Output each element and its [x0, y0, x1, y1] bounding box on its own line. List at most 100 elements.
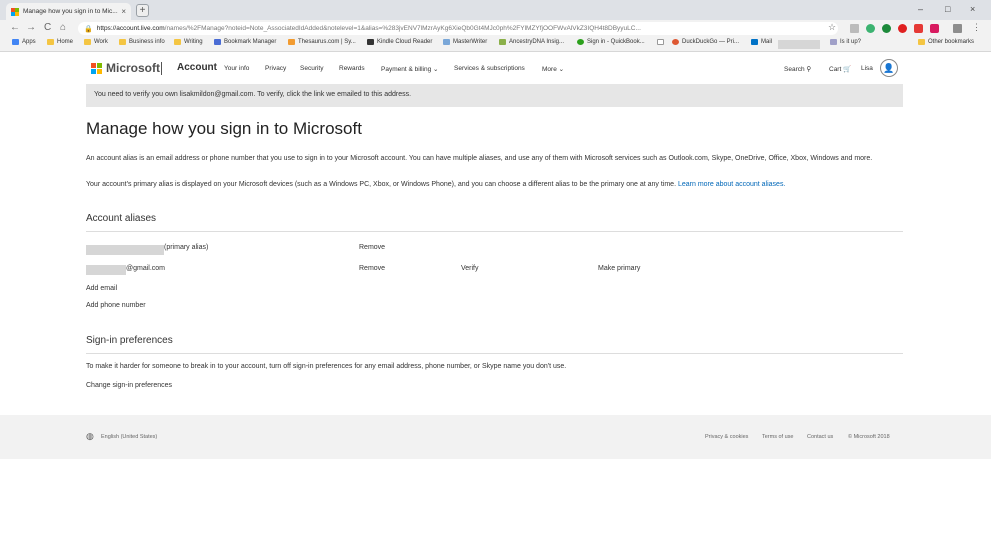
redacted-bookmark	[778, 40, 820, 49]
change-signin-preferences-link[interactable]: Change sign-in preferences	[86, 382, 172, 389]
url-path: /names/%2FManage?noteid=Note_AssociatedI…	[164, 25, 641, 32]
bookmark-masterwriter[interactable]: MasterWriter	[443, 39, 487, 45]
page-title: Manage how you sign in to Microsoft	[86, 119, 362, 138]
lock-icon: 🔒	[84, 25, 93, 33]
cart-icon: 🛒	[843, 66, 852, 73]
gmail-alias-label: @gmail.com	[126, 265, 166, 272]
extension-icon[interactable]	[882, 24, 891, 33]
make-primary-link[interactable]: Make primary	[598, 265, 640, 272]
add-phone-link[interactable]: Add phone number	[86, 302, 146, 309]
home-icon[interactable]: ⌂	[60, 22, 66, 33]
redacted-alias	[86, 245, 164, 255]
kindle-icon	[367, 39, 374, 45]
menu-icon[interactable]: ⋮	[972, 22, 981, 33]
extension-icon[interactable]	[866, 24, 875, 33]
redacted-alias	[86, 265, 126, 275]
reload-icon[interactable]: C	[44, 22, 51, 33]
nav-your-info[interactable]: Your info	[224, 65, 249, 72]
folder-icon	[84, 39, 91, 45]
bookmark-star-icon[interactable]: ☆	[828, 22, 836, 33]
url-host: https://account.live.com	[96, 25, 165, 32]
star-icon	[214, 39, 221, 45]
bookmark-work[interactable]: Work	[84, 39, 108, 45]
avatar-icon[interactable]: 👤	[880, 59, 898, 77]
bookmarks-bar: Apps Home Work Business info Writing Boo…	[0, 37, 991, 52]
signin-preferences-text: To make it harder for someone to break i…	[86, 363, 567, 370]
nav-payment-billing[interactable]: Payment & billing ⌄	[381, 65, 438, 73]
signin-preferences-heading: Sign-in preferences	[86, 335, 173, 346]
site-footer: ◍ English (United States) Privacy & cook…	[0, 415, 991, 459]
nav-account[interactable]: Account	[177, 62, 217, 73]
quickbooks-icon	[577, 39, 584, 45]
primary-alias-paragraph: Your account's primary alias is displaye…	[86, 181, 786, 188]
folder-icon	[918, 39, 925, 45]
site-header: Microsoft Account Your info Privacy Secu…	[0, 53, 991, 83]
contact-us-link[interactable]: Contact us	[807, 434, 833, 440]
bookmark-manager[interactable]: Bookmark Manager	[214, 39, 276, 45]
nav-privacy[interactable]: Privacy	[265, 65, 286, 72]
bookmark-home[interactable]: Home	[47, 39, 73, 45]
extension-icon[interactable]	[898, 24, 907, 33]
search-button[interactable]: Search ⚲	[784, 65, 811, 73]
remove-primary-alias-link[interactable]: Remove	[359, 244, 385, 251]
browser-tab[interactable]: Manage how you sign in to Mic... ×	[6, 3, 131, 20]
brand-name: Microsoft	[106, 61, 160, 75]
extension-icon[interactable]	[930, 24, 939, 33]
page-icon	[657, 39, 664, 45]
bookmark-writing[interactable]: Writing	[174, 39, 203, 45]
link-icon	[830, 39, 837, 45]
window-close-icon[interactable]: ×	[970, 4, 975, 14]
microsoft-logo-icon	[11, 7, 19, 16]
tab-close-icon[interactable]: ×	[121, 7, 126, 16]
forward-icon[interactable]: →	[26, 22, 36, 33]
nav-more[interactable]: More ⌄	[542, 65, 564, 73]
search-icon: ⚲	[806, 66, 812, 73]
bookmark-business-info[interactable]: Business info	[119, 39, 165, 45]
primary-alias-label: (primary alias)	[164, 244, 209, 251]
thesaurus-icon	[288, 39, 295, 45]
language-selector[interactable]: English (United States)	[101, 434, 157, 440]
remove-gmail-alias-link[interactable]: Remove	[359, 265, 385, 272]
privacy-cookies-link[interactable]: Privacy & cookies	[705, 434, 748, 440]
bookmark-thesaurus[interactable]: Thesaurus.com | Sy...	[288, 39, 356, 45]
duckduckgo-icon	[672, 39, 679, 45]
header-divider	[161, 62, 162, 75]
profile-icon[interactable]	[953, 24, 962, 33]
bookmark-mail[interactable]: Mail	[751, 39, 772, 45]
bookmark-blank[interactable]	[657, 39, 667, 45]
cart-button[interactable]: Cart 🛒	[829, 65, 851, 73]
add-email-link[interactable]: Add email	[86, 285, 117, 292]
extension-icon[interactable]	[914, 24, 923, 33]
ancestry-icon	[499, 39, 506, 45]
extension-icon[interactable]	[850, 24, 859, 33]
new-tab-button[interactable]: +	[136, 4, 149, 17]
bookmark-other[interactable]: Other bookmarks	[918, 39, 974, 45]
microsoft-logo-icon	[91, 62, 102, 74]
intro-paragraph: An account alias is an email address or …	[86, 155, 873, 162]
bookmark-ancestry[interactable]: AncestryDNA Insig...	[499, 39, 564, 45]
bookmark-is-it-up[interactable]: Is it up?	[830, 39, 861, 45]
apps-grid-icon	[12, 39, 19, 45]
bookmark-duckduckgo[interactable]: DuckDuckGo — Pri...	[672, 39, 739, 45]
tab-title: Manage how you sign in to Mic...	[23, 8, 118, 15]
bookmark-apps[interactable]: Apps	[12, 39, 36, 45]
outlook-icon	[751, 39, 758, 45]
back-icon[interactable]: ←	[10, 22, 20, 33]
minimize-icon[interactable]: –	[918, 4, 923, 14]
folder-icon	[47, 39, 54, 45]
learn-more-link[interactable]: Learn more about account aliases.	[678, 181, 785, 188]
nav-security[interactable]: Security	[300, 65, 323, 72]
nav-rewards[interactable]: Rewards	[339, 65, 365, 72]
browser-toolbar: ← → C ⌂ 🔒 https://account.live.com /name…	[0, 20, 991, 37]
microsoft-logo[interactable]: Microsoft	[91, 61, 160, 75]
bookmark-quickbooks[interactable]: Sign in - QuickBook...	[577, 39, 645, 45]
terms-of-use-link[interactable]: Terms of use	[762, 434, 793, 440]
folder-icon	[119, 39, 126, 45]
user-name[interactable]: Lisa	[861, 65, 873, 72]
bookmark-kindle[interactable]: Kindle Cloud Reader	[367, 39, 432, 45]
verify-link[interactable]: Verify	[461, 265, 479, 272]
maximize-icon[interactable]: □	[945, 4, 950, 14]
browser-tab-strip: Manage how you sign in to Mic... × + – □…	[0, 0, 991, 20]
address-bar[interactable]: 🔒 https://account.live.com /names/%2FMan…	[78, 22, 838, 35]
nav-services-subscriptions[interactable]: Services & subscriptions	[454, 65, 525, 72]
